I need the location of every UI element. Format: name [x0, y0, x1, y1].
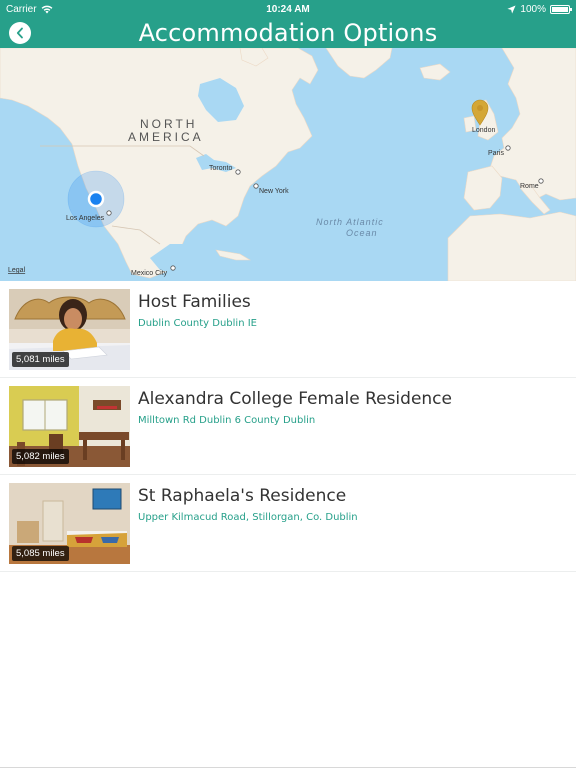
status-time: 10:24 AM: [266, 3, 310, 15]
navigation-bar: Accommodation Options: [0, 18, 576, 48]
map-label-ocean-1: North Atlantic: [316, 217, 384, 227]
map-label-america: AMERICA: [128, 130, 204, 144]
st-raphaelas-photo: 5,085 miles: [9, 483, 130, 564]
accommodation-address: Dublin County Dublin IE: [138, 318, 257, 329]
status-bar: Carrier 10:24 AM 100%: [0, 0, 576, 18]
chevron-left-icon: [16, 27, 23, 39]
battery-percent: 100%: [520, 3, 546, 15]
map-legal-link[interactable]: Legal: [8, 267, 26, 274]
map-view[interactable]: NORTH AMERICA Toronto New York Los Angel…: [0, 48, 576, 281]
caribbean-islands: [215, 249, 252, 261]
mexicocity-dot: [170, 265, 176, 271]
europe-landmass: [489, 48, 576, 201]
map-label-mexicocity: Mexico City: [131, 270, 168, 277]
accommodation-address: Upper Kilmacud Road, Stillorgan, Co. Dub…: [138, 512, 358, 523]
accommodation-title: Host Families: [138, 292, 251, 312]
distance-badge: 5,081 miles: [12, 352, 69, 367]
map-label-losangeles: Los Angeles: [66, 215, 105, 222]
greenland-landmass: [325, 48, 393, 79]
back-button[interactable]: [9, 22, 31, 44]
map-label-newyork: New York: [259, 188, 289, 195]
iceland-landmass: [419, 63, 451, 81]
newyork-dot: [253, 183, 259, 189]
alexandra-college-photo: 5,082 miles: [9, 386, 130, 467]
user-location-dot[interactable]: [87, 190, 105, 208]
location-arrow-icon: [507, 4, 516, 14]
toronto-dot: [235, 169, 241, 175]
list-item[interactable]: 5,081 miles Host Families Dublin County …: [0, 281, 576, 378]
map-label-north: NORTH: [140, 117, 197, 131]
page-title: Accommodation Options: [138, 19, 438, 47]
distance-badge: 5,082 miles: [12, 449, 69, 464]
map-label-london: London: [472, 127, 495, 134]
list-item[interactable]: 5,085 miles St Raphaela's Residence Uppe…: [0, 475, 576, 572]
wifi-icon: [41, 5, 52, 13]
losangeles-dot: [106, 210, 112, 216]
map-label-paris: Paris: [488, 150, 504, 157]
map-label-toronto: Toronto: [209, 165, 232, 172]
carrier-label: Carrier: [6, 3, 37, 15]
accommodation-list: 5,081 miles Host Families Dublin County …: [0, 281, 576, 572]
host-families-photo: 5,081 miles: [9, 289, 130, 370]
paris-dot: [505, 145, 511, 151]
map-label-ocean-2: Ocean: [346, 228, 378, 238]
accommodation-title: St Raphaela's Residence: [138, 486, 347, 506]
accommodation-address: Milltown Rd Dublin 6 County Dublin: [138, 415, 316, 426]
list-item[interactable]: 5,082 miles Alexandra College Female Res…: [0, 378, 576, 475]
map-label-rome: Rome: [520, 183, 539, 190]
battery-icon: [550, 4, 572, 14]
accommodation-title: Alexandra College Female Residence: [138, 389, 452, 409]
rome-dot: [538, 178, 544, 184]
distance-badge: 5,085 miles: [12, 546, 69, 561]
